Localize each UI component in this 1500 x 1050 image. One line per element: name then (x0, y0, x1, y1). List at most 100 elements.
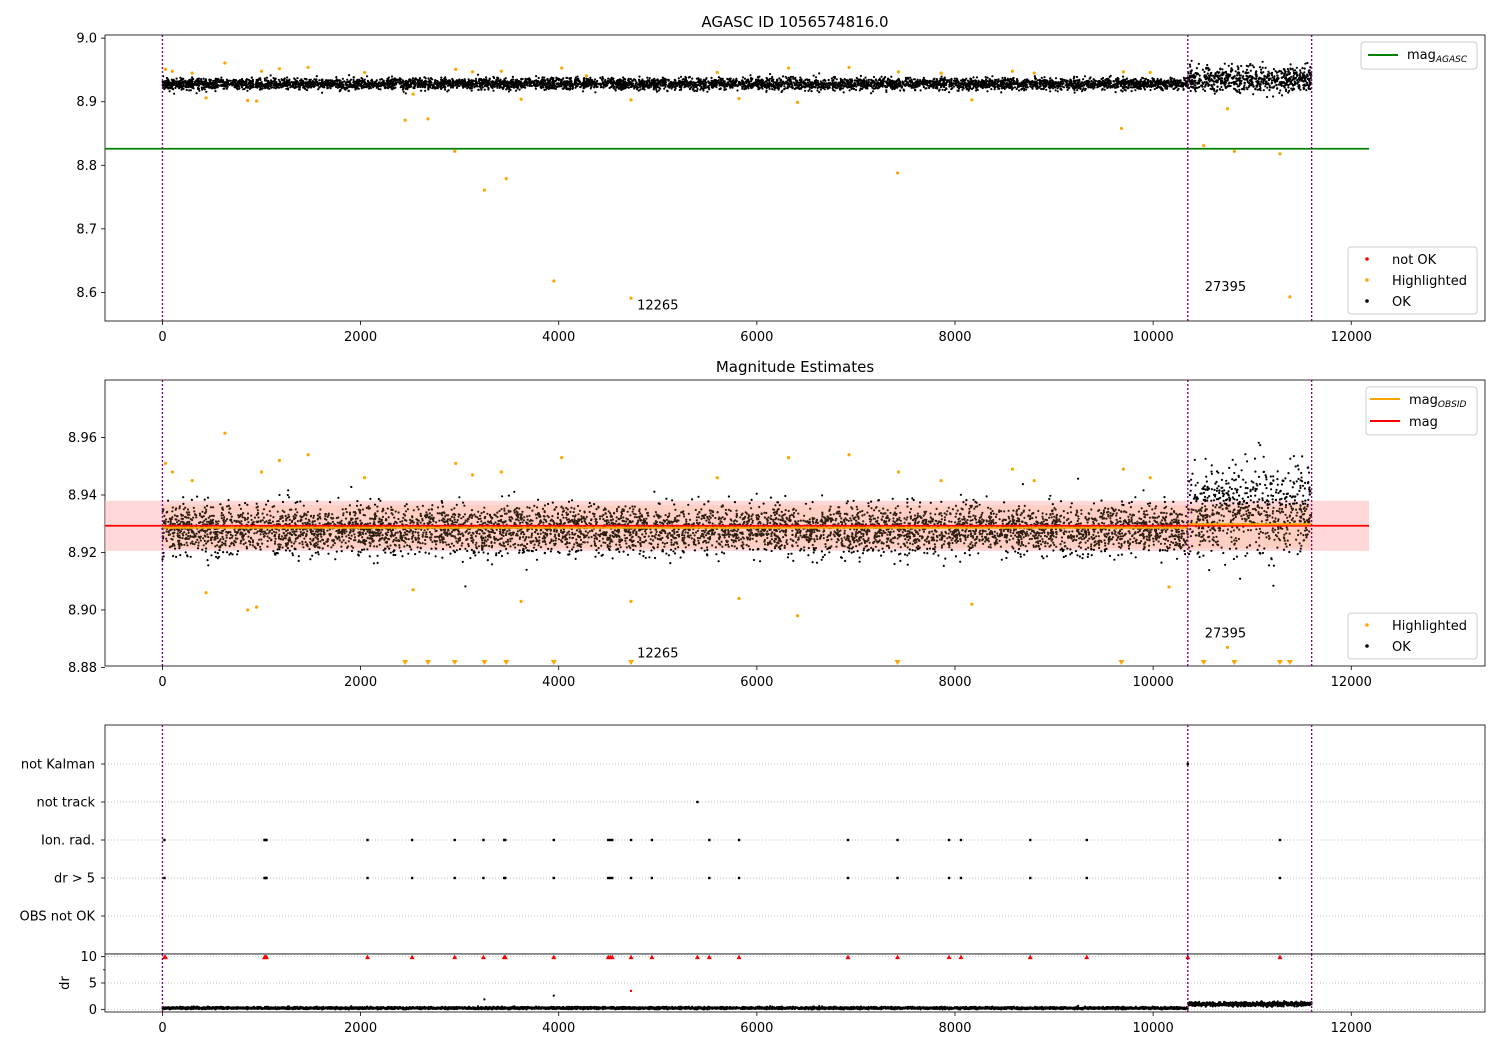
ok-point (848, 89, 851, 92)
ok-point (681, 78, 684, 81)
ok-point (172, 88, 175, 91)
ok-point (910, 78, 913, 81)
ok-point (1048, 87, 1051, 90)
ok-point (612, 80, 615, 83)
ok-point (571, 83, 574, 86)
ok-point (689, 83, 692, 86)
ok-point (1076, 89, 1079, 92)
ok-point (743, 88, 746, 91)
ok-point (994, 78, 997, 81)
ok-point (885, 89, 888, 92)
ok-point (1083, 80, 1086, 84)
ok-point (315, 78, 318, 81)
ok-point (639, 85, 642, 88)
ok-point (370, 78, 373, 81)
ok-point (990, 88, 993, 91)
ok-point (346, 78, 349, 81)
ok-point (308, 81, 312, 84)
ok-point (1012, 76, 1015, 80)
ok-point (358, 84, 362, 87)
ok-point (780, 82, 784, 85)
ok-point (755, 79, 759, 82)
ok-point (487, 87, 490, 90)
ok-point (271, 86, 274, 89)
ok-point (568, 77, 571, 80)
ok-point (784, 75, 787, 78)
ok-point (382, 79, 385, 82)
ok-point (604, 79, 607, 82)
ok-point (480, 88, 483, 91)
ok-point (852, 87, 855, 90)
ok-point (225, 87, 228, 90)
ok-point (309, 78, 312, 81)
ok-point (749, 74, 752, 77)
ok-point (1060, 88, 1063, 91)
ok-point (470, 89, 473, 92)
ok-point (920, 80, 923, 83)
ok-point (648, 77, 651, 80)
ok-point (272, 76, 275, 80)
ok-point (175, 77, 178, 80)
ok-point (241, 77, 244, 81)
ok-point (429, 80, 432, 83)
ok-point (590, 80, 593, 83)
ok-point (465, 83, 468, 86)
ok-point (741, 76, 745, 79)
ok-point (1170, 84, 1174, 87)
ok-point (884, 86, 887, 89)
x-tick-label: 6000 (740, 330, 773, 345)
ok-point (286, 76, 289, 79)
x-tick-label: 12000 (1331, 330, 1372, 345)
ok-point (743, 77, 747, 80)
ok-point (610, 81, 613, 84)
ok-point (745, 80, 748, 83)
ok-point (806, 81, 810, 84)
ok-point (956, 85, 960, 88)
ok-point (361, 81, 364, 84)
ok-point (488, 77, 491, 80)
ok-point (936, 83, 940, 86)
ok-point (741, 87, 744, 90)
ok-point (503, 78, 506, 81)
ok-point (1130, 90, 1133, 93)
ok-point (1090, 80, 1093, 83)
ok-point (418, 77, 421, 80)
ok-point (367, 87, 371, 90)
ok-point (1172, 87, 1175, 91)
ok-point (1019, 84, 1022, 87)
ok-point (980, 86, 983, 89)
ok-point (1067, 82, 1070, 85)
ok-point (424, 80, 428, 83)
ok-point (1143, 87, 1146, 90)
ok-point (731, 86, 734, 89)
ok-point (1123, 88, 1126, 91)
ok-point (1112, 80, 1115, 83)
ok-point (321, 91, 324, 94)
ok-point (597, 82, 600, 86)
ok-point (571, 85, 575, 88)
ok-point (697, 77, 700, 80)
ok-point (242, 88, 245, 91)
ok-point (678, 88, 682, 92)
ok-point (496, 76, 499, 79)
ok-point (205, 90, 208, 93)
ok-point (279, 80, 282, 83)
ok-point (518, 88, 521, 91)
ok-point (1066, 88, 1069, 91)
ok-point (1146, 83, 1150, 86)
ok-point (791, 75, 795, 78)
ok-point (558, 85, 562, 88)
ok-point (594, 91, 597, 94)
ok-point (1096, 86, 1099, 89)
ok-point (688, 81, 692, 84)
ok-point (474, 77, 478, 80)
ok-point (395, 78, 398, 81)
ok-point (447, 89, 450, 92)
ok-point (986, 90, 989, 93)
ok-point (1068, 86, 1071, 89)
ok-point (655, 90, 659, 93)
ok-point (912, 78, 916, 81)
ok-point (1003, 79, 1007, 82)
ok-point (274, 77, 277, 80)
ok-point (228, 83, 231, 86)
